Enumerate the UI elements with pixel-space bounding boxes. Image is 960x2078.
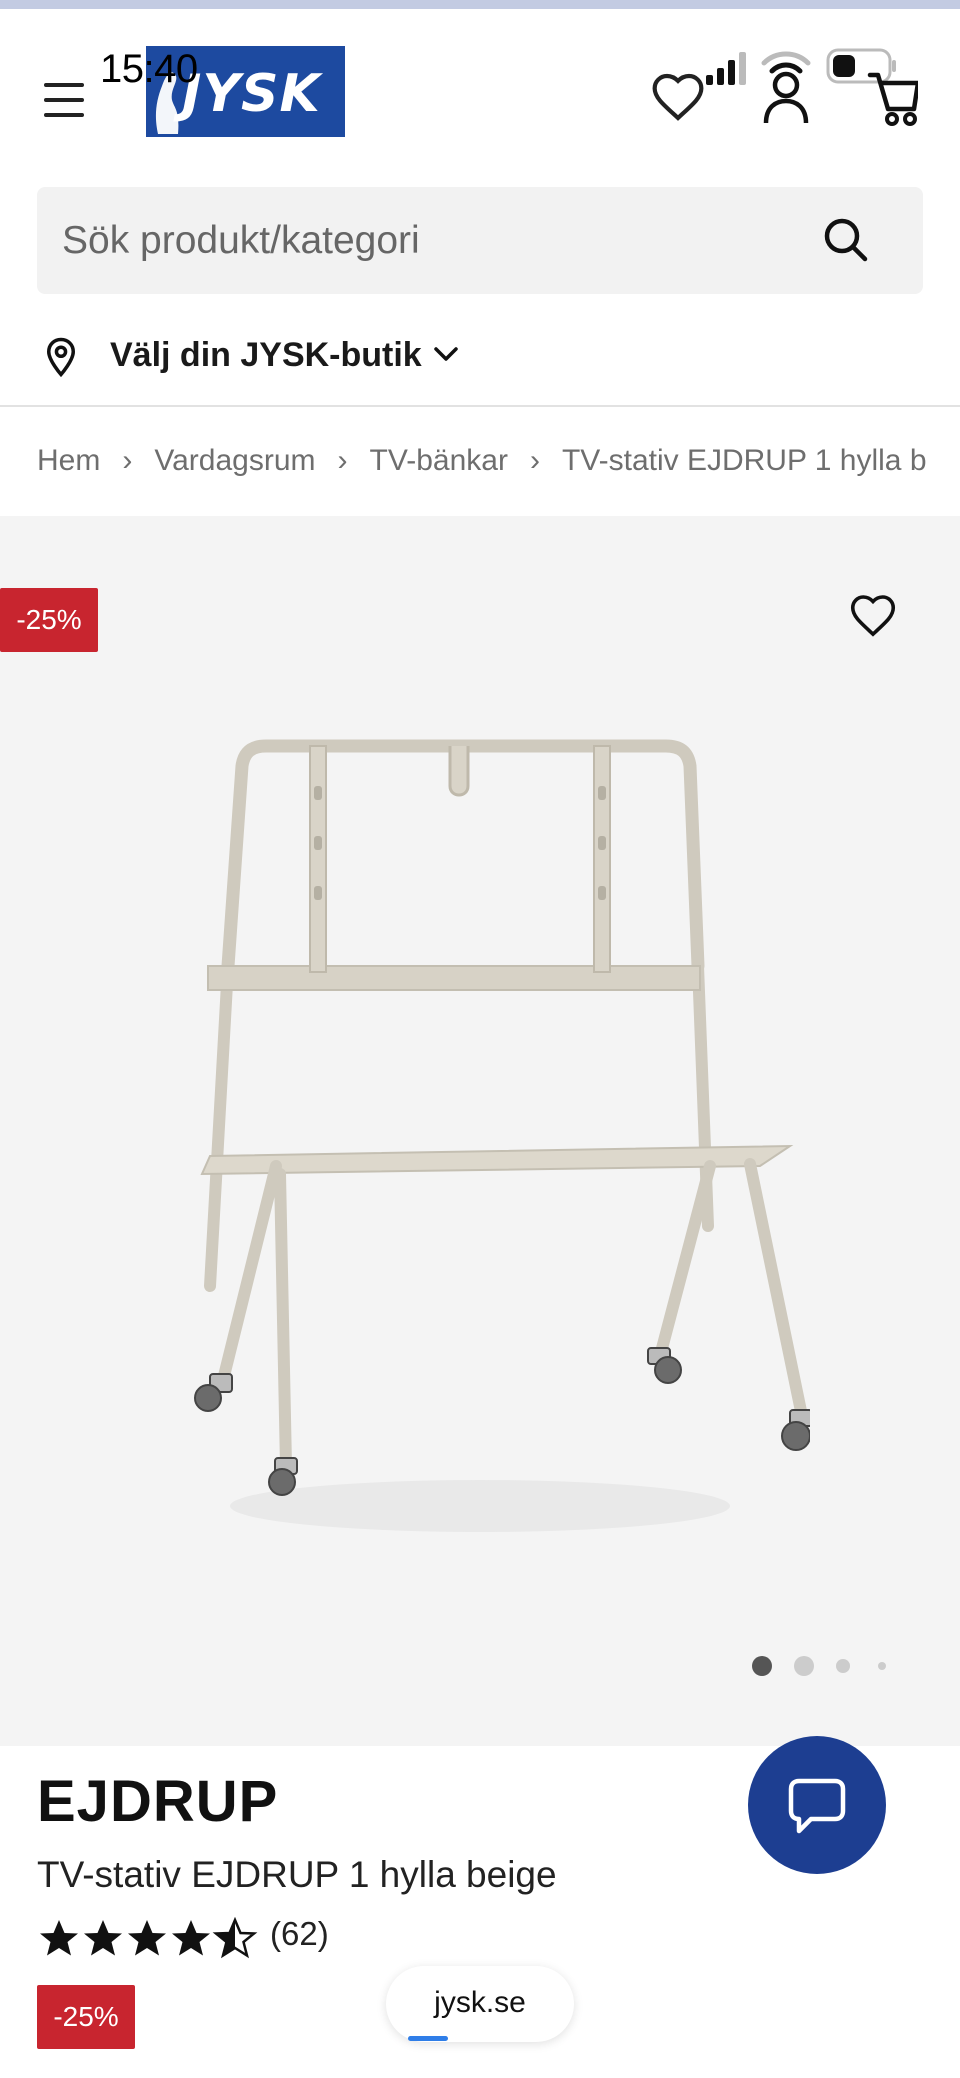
pagination-dot-4[interactable] [878,1662,886,1670]
search-input[interactable]: Sök produkt/kategori [62,219,420,263]
status-time: 15:40 [100,47,198,91]
pagination-dot-2[interactable] [794,1656,814,1676]
location-pin-icon [46,337,76,378]
product-image-tv-stand[interactable] [150,726,810,1546]
signal-icon [706,52,746,85]
search-icon[interactable] [821,215,871,265]
product-gallery[interactable]: -25% [0,516,960,1746]
rating-stars [40,1917,258,1959]
chevron-down-icon [434,347,458,361]
menu-icon[interactable] [40,81,88,121]
browser-url-pill[interactable]: jysk.se [386,1966,574,2042]
breadcrumb-item-vardagsrum[interactable]: Vardagsrum [154,444,315,477]
browser-url[interactable]: jysk.se [386,1986,574,2020]
chevron-right-icon: › [529,444,540,477]
chat-bubble-icon [788,1778,846,1834]
breadcrumb-item-hem[interactable]: Hem [37,444,100,477]
favorite-heart-icon[interactable] [846,588,900,642]
account-icon[interactable] [756,49,816,125]
store-label: Välj din JYSK-butik [110,336,422,374]
cart-icon[interactable] [822,47,918,127]
breadcrumb-item-current[interactable]: TV-stativ EJDRUP 1 hylla b [562,444,927,477]
header-divider [0,405,960,407]
chevron-right-icon: › [122,444,133,477]
chevron-right-icon: › [337,444,348,477]
product-rating[interactable]: (62) [37,1915,437,1965]
product-brand: EJDRUP [37,1769,279,1834]
breadcrumb: Hem › Vardagsrum › TV-bänkar › TV-stativ EJDRU… [37,444,960,484]
pagination-dot-3[interactable] [836,1659,850,1673]
product-name: TV-stativ EJDRUP 1 hylla beige [37,1854,557,1895]
chat-button[interactable] [748,1736,886,1874]
search-bar[interactable]: Sök produkt/kategori [37,187,923,294]
price-discount-badge: -25% [37,1985,135,2049]
logo-text: JYSK [182,64,321,124]
store-selector[interactable]: Välj din JYSK-butik [40,330,640,380]
top-status-strip [0,0,960,9]
wishlist-icon[interactable] [650,69,706,125]
pagination-dot-1[interactable] [752,1656,772,1676]
site-header: JYSK 15:40 [0,9,960,174]
page-load-progress [408,2036,448,2041]
discount-badge: -25% [0,588,98,652]
review-count[interactable]: (62) [270,1915,329,1953]
gallery-pagination[interactable] [748,1654,898,1678]
breadcrumb-item-tv-bankar[interactable]: TV-bänkar [370,444,508,477]
